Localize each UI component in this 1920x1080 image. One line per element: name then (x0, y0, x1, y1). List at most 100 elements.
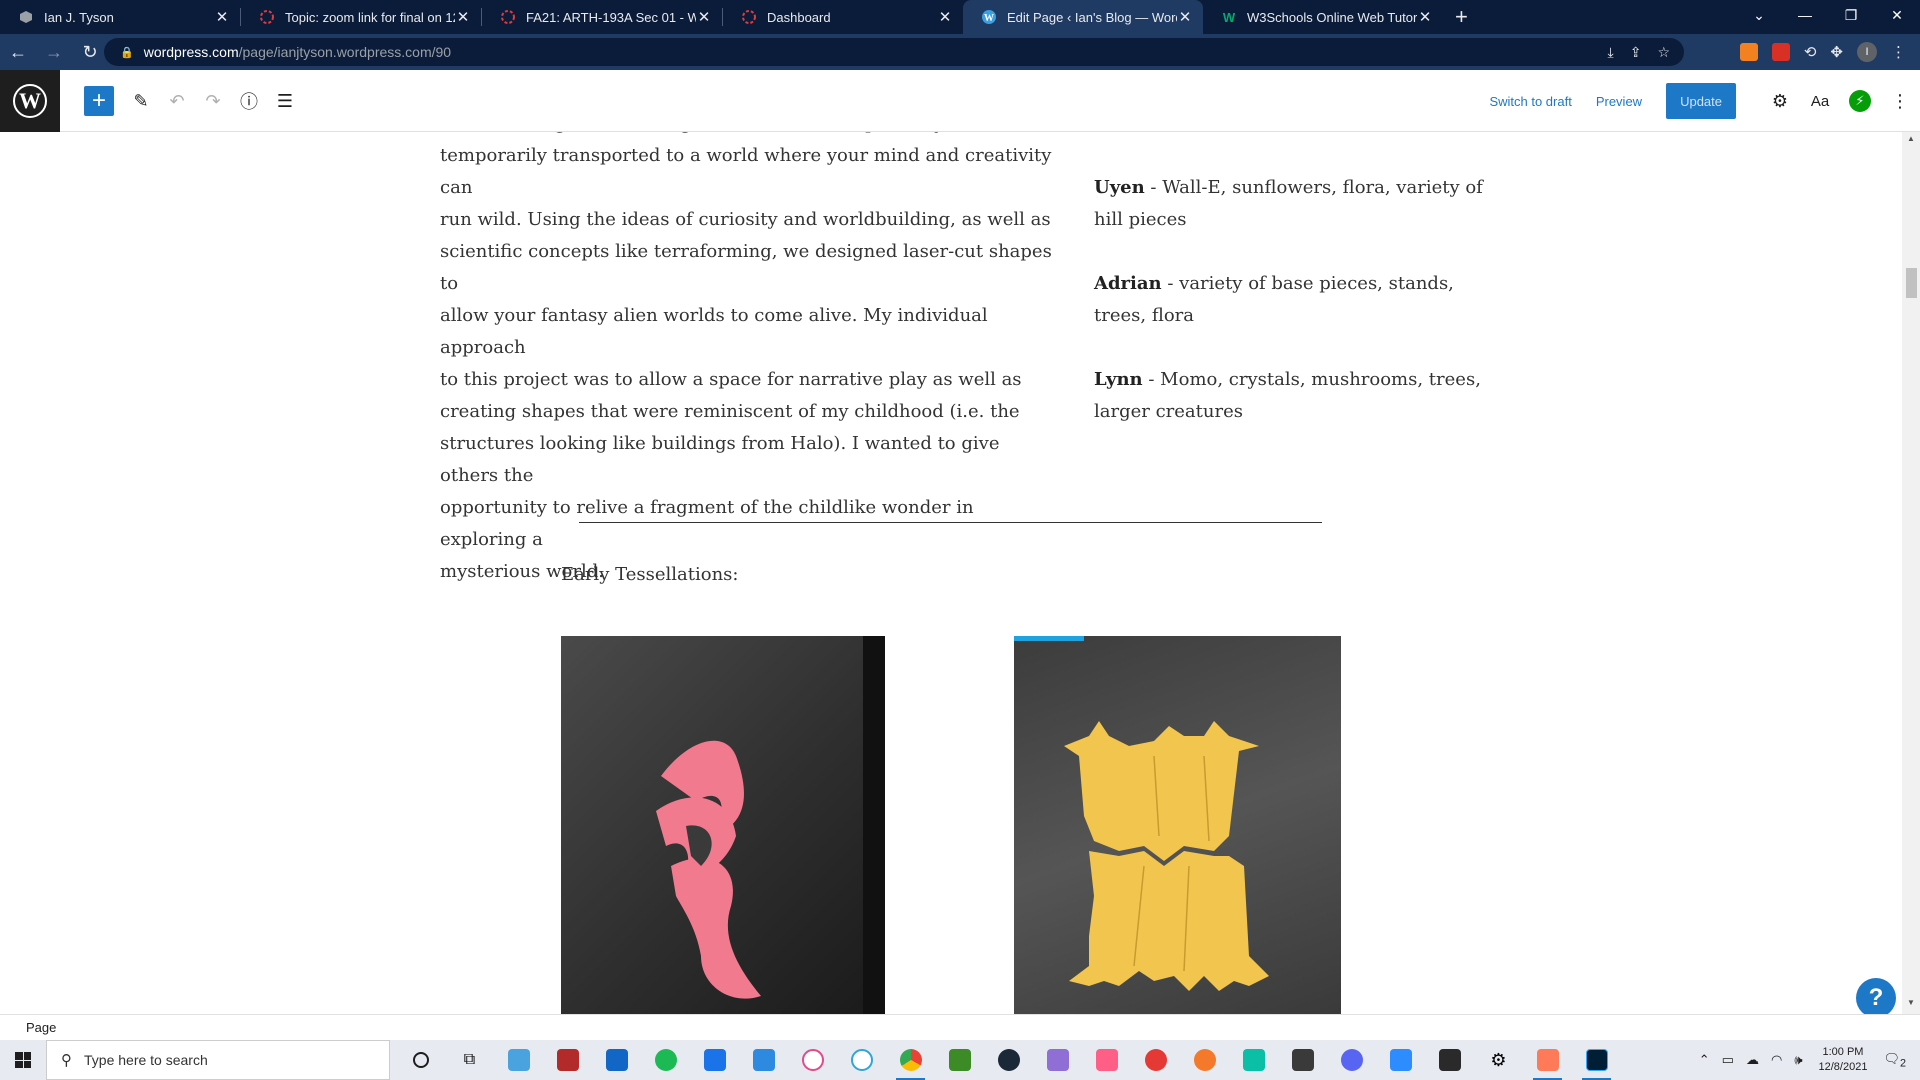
zoom-icon[interactable] (1376, 1040, 1425, 1080)
app-red-icon[interactable] (543, 1040, 592, 1080)
list-view-icon[interactable]: ☰ (270, 86, 300, 116)
address-bar[interactable]: 🔒 wordpress.com/page/ianjtyson.wordpress… (104, 38, 1684, 66)
breadcrumb-page[interactable]: Page (26, 1020, 56, 1035)
windows-taskbar: ⚲ Type here to search ⧉ ⚙ ⌃ ▭ ☁ ◠ 🕪 1:00… (0, 1040, 1920, 1080)
file-explorer-icon[interactable] (494, 1040, 543, 1080)
share-icon[interactable]: ⇪ (1630, 44, 1642, 61)
taskbar-search[interactable]: ⚲ Type here to search (46, 1040, 390, 1080)
tab-w3schools[interactable]: W W3Schools Online Web Tutorials ✕ (1203, 0, 1443, 34)
section-heading[interactable]: Early Tessellations: (561, 564, 738, 585)
tab-edit-page[interactable]: W Edit Page ‹ Ian's Blog — WordPre ✕ (963, 0, 1203, 34)
malwarebytes-icon[interactable] (1229, 1040, 1278, 1080)
redo-icon[interactable]: ↷ (198, 86, 228, 116)
blender-icon[interactable] (1180, 1040, 1229, 1080)
close-icon[interactable]: ✕ (455, 8, 471, 26)
pink-tessellation-image[interactable] (561, 636, 885, 1014)
tab-arth-course[interactable]: FA21: ARTH-193A Sec 01 - World ✕ (482, 0, 722, 34)
paragraph-block[interactable]: Earth. During the troubling times here o… (440, 132, 1058, 588)
paragraph-line: to this project was to allow a space for… (440, 369, 1022, 390)
puzzle-icon[interactable]: ✥ (1830, 43, 1843, 61)
reload-icon[interactable]: ↻ (72, 34, 108, 70)
back-icon[interactable]: ← (0, 34, 36, 70)
start-button[interactable] (0, 1040, 46, 1080)
notification-icon[interactable]: 🗨2 (1883, 1051, 1906, 1070)
battery-icon[interactable]: ▭ (1722, 1052, 1734, 1068)
cortana-icon[interactable] (396, 1040, 445, 1080)
photos-app-icon[interactable] (1523, 1040, 1572, 1080)
preview-button[interactable]: Preview (1596, 94, 1642, 109)
info-icon[interactable]: ⓘ (234, 86, 264, 116)
volume-icon[interactable]: 🕪 (1794, 1052, 1802, 1068)
bookmark-star-icon[interactable]: ☆ (1657, 44, 1670, 61)
tab-dashboard[interactable]: Dashboard ✕ (723, 0, 963, 34)
close-icon[interactable]: ✕ (1177, 8, 1193, 26)
profile-avatar[interactable]: I (1857, 42, 1877, 62)
typography-button[interactable]: Aa (1800, 93, 1840, 110)
chrome-icon[interactable] (886, 1040, 935, 1080)
wordpress-logo[interactable]: W (0, 70, 60, 132)
close-icon[interactable]: ✕ (696, 8, 712, 26)
pencil-icon[interactable]: ✎ (126, 86, 156, 116)
store-icon[interactable] (592, 1040, 641, 1080)
editor-scrollbar[interactable]: ▲ ▼ (1902, 132, 1920, 1014)
help-button[interactable]: ? (1856, 978, 1896, 1018)
tab-zoom-topic[interactable]: Topic: zoom link for final on 12/9 ✕ (241, 0, 481, 34)
yellow-tessellation-image[interactable] (1014, 636, 1341, 1014)
settings-gear-icon[interactable]: ⚙ (1760, 91, 1800, 112)
forward-icon[interactable]: → (36, 34, 72, 70)
itunes-icon[interactable] (788, 1040, 837, 1080)
task-view-icon[interactable]: ⧉ (445, 1040, 494, 1080)
wifi-icon[interactable]: ◠ (1771, 1052, 1782, 1068)
scrollbar-thumb[interactable] (1906, 268, 1917, 298)
credits-line: small creatures (1094, 132, 1484, 140)
url-path: /page/ianjtyson.wordpress.com/90 (238, 44, 452, 60)
minecraft-icon[interactable] (935, 1040, 984, 1080)
close-icon[interactable]: ✕ (214, 8, 230, 26)
discord-icon[interactable] (1327, 1040, 1376, 1080)
paragraph-line: creating shapes that were reminiscent of… (440, 401, 1020, 422)
restore-button[interactable]: ❐ (1828, 0, 1874, 30)
history-icon[interactable]: ⟲ (1804, 43, 1817, 61)
calculator-icon[interactable] (739, 1040, 788, 1080)
options-menu-icon[interactable]: ⋮ (1880, 91, 1920, 112)
steam-icon[interactable] (984, 1040, 1033, 1080)
minimize-button[interactable]: — (1782, 0, 1828, 30)
lock-icon: 🔒 (120, 46, 134, 59)
block-inserter-button[interactable]: + (84, 86, 114, 116)
install-icon[interactable]: ⤓ (1608, 44, 1614, 61)
canvas-icon (741, 9, 757, 25)
epic-games-icon[interactable] (1425, 1040, 1474, 1080)
tab-ian-tyson[interactable]: Ian J. Tyson ✕ (0, 0, 240, 34)
app-arrow-icon[interactable] (1278, 1040, 1327, 1080)
tab-search-icon[interactable]: ⌄ (1736, 0, 1782, 30)
onedrive-icon[interactable]: ☁ (1746, 1052, 1759, 1068)
sketchbook-icon[interactable] (1131, 1040, 1180, 1080)
undo-icon[interactable]: ↶ (162, 86, 192, 116)
close-icon[interactable]: ✕ (1417, 8, 1433, 26)
word-icon[interactable] (837, 1040, 886, 1080)
cube-icon (18, 9, 34, 25)
extension-icon[interactable] (1739, 43, 1758, 61)
new-tab-button[interactable]: + (1443, 0, 1480, 34)
scroll-down-icon[interactable]: ▼ (1902, 998, 1920, 1012)
extension-badge-icon[interactable] (1771, 43, 1790, 61)
credit-adrian: Adrian - variety of base pieces, stands,… (1094, 273, 1454, 326)
photos-icon[interactable] (1082, 1040, 1131, 1080)
photoshop-icon[interactable] (1572, 1040, 1621, 1080)
chevron-up-icon[interactable]: ⌃ (1699, 1052, 1710, 1068)
mail-icon[interactable] (690, 1040, 739, 1080)
switch-to-draft-button[interactable]: Switch to draft (1489, 94, 1571, 109)
close-window-button[interactable]: ✕ (1874, 0, 1920, 30)
update-button[interactable]: Update (1666, 83, 1736, 119)
clock[interactable]: 1:00 PM 12/8/2021 (1819, 1045, 1868, 1075)
settings-icon[interactable]: ⚙ (1474, 1040, 1523, 1080)
wordpress-icon: W (981, 9, 997, 25)
spotify-icon[interactable] (641, 1040, 690, 1080)
close-icon[interactable]: ✕ (937, 8, 953, 26)
paint-icon[interactable] (1033, 1040, 1082, 1080)
kebab-menu-icon[interactable]: ⋮ (1891, 43, 1906, 61)
scroll-up-icon[interactable]: ▲ (1902, 134, 1920, 148)
credits-block[interactable]: small creatures Uyen - Wall-E, sunflower… (1094, 132, 1484, 460)
jetpack-icon[interactable]: ⚡ (1840, 90, 1880, 112)
paragraph-line: allow your fantasy alien worlds to come … (440, 305, 988, 358)
